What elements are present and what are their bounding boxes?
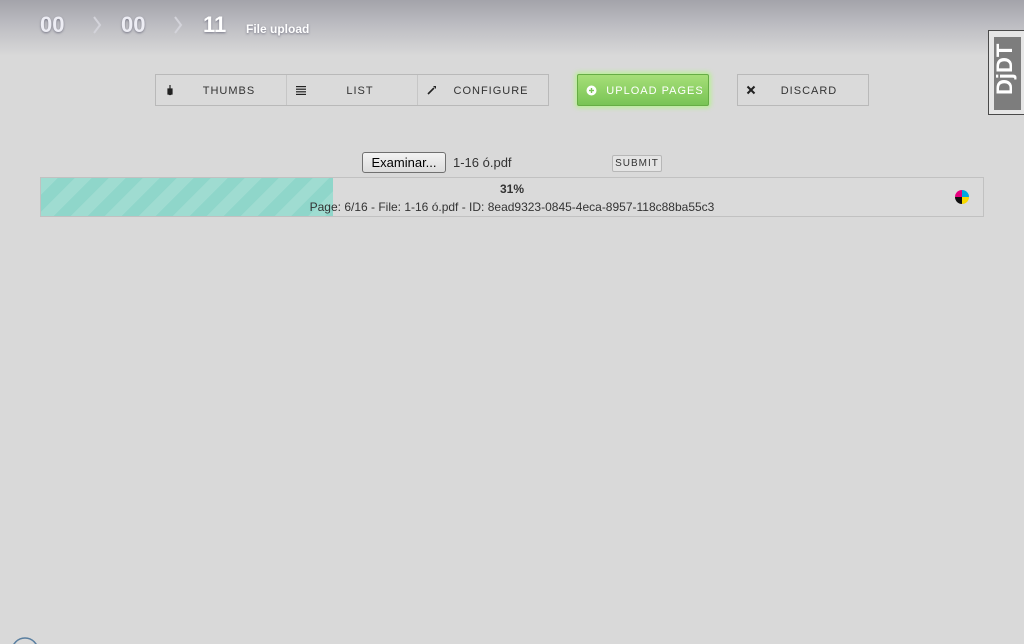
view-toolbar: THUMBS LIST CONFIGURE — [155, 74, 549, 106]
upload-pages-label: UPLOAD PAGES — [606, 85, 704, 97]
chevron-right-icon — [174, 16, 183, 34]
selected-file-name: 1-16 ó.pdf — [453, 155, 512, 170]
thumbs-label: THUMBS — [202, 85, 256, 97]
header-bar — [0, 0, 1024, 56]
breadcrumb-step-1[interactable]: 00 — [40, 12, 64, 38]
breadcrumb-step-2[interactable]: 00 — [121, 12, 145, 38]
breadcrumb-step-3[interactable]: 11 — [203, 12, 226, 38]
chevron-right-icon — [93, 16, 102, 34]
submit-button[interactable]: SUBMIT — [612, 155, 662, 172]
upload-progress-bar: 31% Page: 6/16 - File: 1-16 ó.pdf - ID: … — [40, 177, 984, 217]
configure-button[interactable]: CONFIGURE — [418, 75, 548, 105]
plus-circle-icon — [586, 85, 597, 96]
debug-toolbar-logo[interactable]: DjDT — [988, 30, 1024, 115]
progress-detail: Page: 6/16 - File: 1-16 ó.pdf - ID: 8ead… — [309, 200, 715, 214]
discard-button[interactable]: DISCARD — [737, 74, 869, 106]
thumbs-button[interactable]: THUMBS — [156, 75, 287, 105]
progress-percent: 31% — [499, 182, 525, 196]
page-title: File upload — [246, 22, 310, 36]
logo-text: DjDT — [992, 43, 1017, 95]
upload-pages-button[interactable]: UPLOAD PAGES — [577, 74, 709, 106]
discard-label: DISCARD — [780, 85, 838, 97]
configure-label: CONFIGURE — [453, 85, 529, 97]
color-wheel-icon[interactable] — [954, 189, 970, 205]
list-label: LIST — [346, 85, 374, 97]
globe-icon[interactable] — [10, 636, 40, 644]
list-button[interactable]: LIST — [287, 75, 418, 105]
browse-file-button[interactable]: Examinar... — [362, 152, 446, 173]
